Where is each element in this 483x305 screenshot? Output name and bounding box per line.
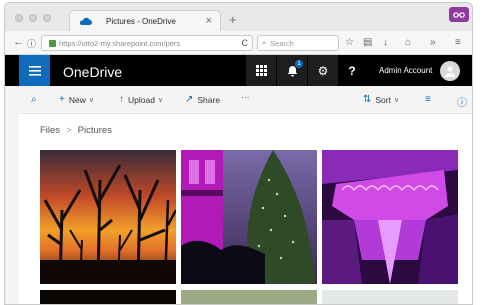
sort-icon: ⇅ — [363, 94, 372, 105]
navigation-bar: ← ⓘ https://otto2-my.sharepoint.com/pers… — [5, 31, 472, 55]
address-bar-url: https://otto2-my.sharepoint.com/pers — [59, 38, 181, 48]
info-icon[interactable]: ⓘ — [27, 37, 36, 50]
view-options-button[interactable]: ≡ — [425, 94, 435, 105]
reading-list-icon[interactable]: ▤ — [363, 37, 372, 48]
browser-window: Pictures - OneDrive × + ← ⓘ https://otto… — [4, 2, 473, 305]
plus-icon: + — [59, 94, 65, 105]
share-label: Share — [197, 94, 221, 105]
overflow-chevron-icon[interactable]: » — [430, 37, 436, 48]
photo-tile-row2-1[interactable] — [40, 290, 176, 304]
home-icon[interactable]: ⌂ — [405, 37, 411, 48]
search-input[interactable]: ⌕ Search — [257, 35, 339, 51]
brand-title[interactable]: OneDrive — [63, 64, 122, 80]
info-icon: ⓘ — [457, 98, 467, 109]
more-button[interactable]: ··· — [241, 92, 250, 102]
upload-button[interactable]: ↑ Upload ∨ — [119, 94, 163, 105]
onedrive-suite-bar: OneDrive 1 ⚙ ? Admin Account — [5, 55, 472, 86]
back-arrow-icon[interactable]: ← — [13, 36, 24, 48]
search-icon: ⌕ — [31, 94, 37, 105]
share-button[interactable]: ↗ Share — [185, 94, 220, 105]
file-content-area: Files > Pictures — [19, 114, 472, 304]
notifications-button[interactable]: 1 — [277, 55, 307, 86]
list-view-icon: ≡ — [425, 94, 431, 105]
info-pane-button[interactable]: ⓘ — [457, 94, 471, 109]
close-window-button[interactable] — [15, 14, 23, 22]
new-tab-button[interactable]: + — [229, 12, 237, 27]
new-label: New — [68, 94, 86, 105]
tab-title: Pictures - OneDrive — [106, 16, 176, 26]
search-icon: ⌕ — [262, 38, 267, 47]
sunset-trees-image — [40, 150, 176, 284]
photo-tile-sunset-trees[interactable] — [40, 150, 176, 284]
app-grid-button[interactable] — [246, 55, 276, 86]
gear-icon: ⚙ — [317, 63, 329, 78]
photo-tile-purple-lit-arch[interactable] — [322, 150, 458, 284]
reload-icon[interactable]: C — [242, 38, 249, 48]
help-button[interactable]: ? — [337, 55, 367, 86]
purple-building-tree-image — [181, 150, 317, 284]
sort-button[interactable]: ⇅ Sort ∨ — [363, 94, 399, 105]
sort-label: Sort — [375, 94, 391, 105]
chevron-down-icon: ∨ — [393, 96, 400, 104]
bookmark-star-icon[interactable]: ☆ — [345, 37, 354, 48]
hamburger-icon — [28, 65, 41, 76]
app-launcher-button[interactable] — [19, 55, 50, 86]
avatar[interactable] — [440, 60, 461, 81]
command-bar: ⌕ + New ∨ ↑ Upload ∨ ↗ Share ··· ⇅ Sort … — [19, 86, 472, 114]
upload-label: Upload — [128, 94, 155, 105]
address-bar[interactable]: https://otto2-my.sharepoint.com/pers C — [41, 35, 253, 51]
menu-icon[interactable]: ≡ — [455, 37, 461, 48]
account-menu[interactable]: Admin Account — [379, 55, 461, 86]
user-icon — [445, 65, 456, 77]
lock-icon — [49, 39, 56, 47]
grid-icon — [255, 65, 267, 76]
settings-button[interactable]: ⚙ — [308, 55, 338, 86]
breadcrumb-pictures: Pictures — [77, 125, 112, 136]
onedrive-cloud-icon — [79, 17, 92, 25]
photo-tile-purple-building-tree[interactable] — [181, 150, 317, 284]
private-browsing-icon — [449, 7, 469, 22]
more-dots: ··· — [241, 92, 250, 102]
account-name: Admin Account — [379, 66, 433, 75]
tab-pictures-onedrive[interactable]: Pictures - OneDrive × — [69, 10, 221, 31]
help-icon: ? — [348, 63, 356, 78]
minimize-window-button[interactable] — [29, 14, 37, 22]
search-command-button[interactable]: ⌕ — [31, 94, 41, 105]
breadcrumb: Files > Pictures — [40, 125, 112, 136]
share-icon: ↗ — [185, 94, 194, 105]
breadcrumb-separator: > — [66, 125, 72, 136]
download-icon[interactable]: ↓ — [383, 37, 388, 48]
close-tab-icon[interactable]: × — [206, 15, 212, 27]
chevron-down-icon: ∨ — [157, 96, 164, 104]
new-button[interactable]: + New ∨ — [59, 94, 94, 105]
tab-bar: Pictures - OneDrive × + — [5, 3, 472, 31]
zoom-window-button[interactable] — [43, 14, 51, 22]
purple-lit-arch-image — [322, 150, 458, 284]
upload-arrow-icon: ↑ — [119, 94, 124, 105]
breadcrumb-files[interactable]: Files — [40, 125, 60, 136]
notification-badge: 1 — [295, 60, 303, 68]
photo-tile-row2-3[interactable] — [322, 290, 458, 304]
chevron-down-icon: ∨ — [88, 96, 94, 104]
photo-tile-row2-2[interactable] — [181, 290, 317, 304]
search-placeholder: Search — [270, 38, 294, 48]
